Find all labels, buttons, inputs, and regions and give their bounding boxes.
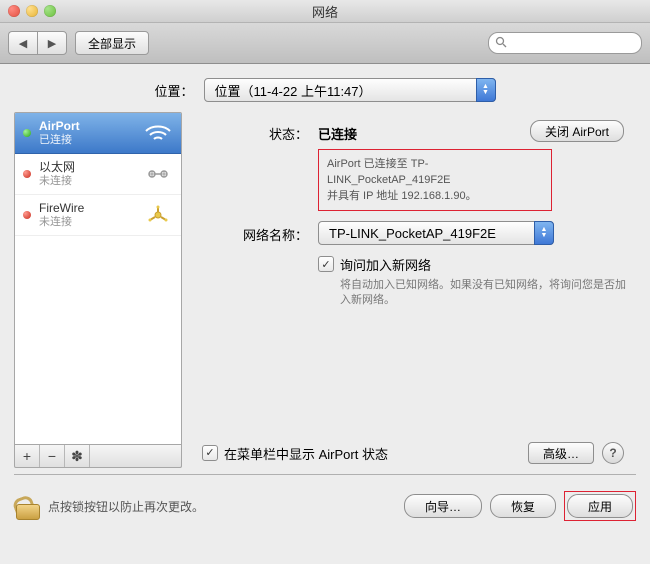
- back-button[interactable]: ◀: [8, 31, 37, 55]
- lock-icon[interactable]: [14, 492, 40, 520]
- apply-button[interactable]: 应用: [567, 494, 633, 518]
- help-icon: ?: [609, 446, 616, 460]
- status-desc-line2: 并具有 IP 地址 192.168.1.90。: [327, 188, 543, 204]
- toolbar: ◀ ▶ 全部显示: [0, 23, 650, 64]
- sidebar-item-subtitle: 已连接: [39, 133, 135, 147]
- status-dot-icon: [23, 211, 31, 219]
- status-value: 已连接: [318, 120, 357, 143]
- location-label: 位置：: [154, 81, 193, 100]
- status-dot-icon: [23, 170, 31, 178]
- wifi-icon: [143, 122, 173, 144]
- status-label: 状态：: [202, 120, 318, 143]
- show-status-label: 在菜单栏中显示 AirPort 状态: [224, 444, 388, 463]
- sidebar-item-title: AirPort: [39, 119, 135, 133]
- detail-pane: 关闭 AirPort 状态： 已连接 AirPort 已连接至 TP-LINK_…: [192, 112, 636, 468]
- show-all-button[interactable]: 全部显示: [75, 31, 149, 55]
- add-service-button[interactable]: +: [15, 445, 40, 467]
- turn-off-airport-button[interactable]: 关闭 AirPort: [530, 120, 624, 142]
- advanced-button[interactable]: 高级…: [528, 442, 594, 464]
- popup-arrows-icon: ▲▼: [476, 78, 496, 102]
- location-popup[interactable]: 位置（11-4-22 上午11:47） ▲▼: [204, 78, 496, 102]
- chevron-left-icon: ◀: [19, 37, 27, 50]
- nav-segmented: ◀ ▶: [8, 31, 67, 55]
- gear-icon: ✽: [71, 448, 83, 465]
- apply-label: 应用: [588, 498, 612, 515]
- ask-join-label: 询问加入新网络: [340, 255, 626, 274]
- service-sidebar: AirPort 已连接 以太网 未连接: [14, 112, 182, 445]
- show-all-label: 全部显示: [88, 35, 136, 52]
- window-title: 网络: [0, 2, 650, 21]
- search-input[interactable]: [511, 36, 650, 50]
- service-action-button[interactable]: ✽: [65, 445, 90, 467]
- sidebar-item-title: FireWire: [39, 201, 135, 215]
- sidebar-footer: + − ✽: [14, 445, 182, 468]
- minus-icon: −: [48, 448, 56, 464]
- revert-button[interactable]: 恢复: [490, 494, 556, 518]
- remove-service-button[interactable]: −: [40, 445, 65, 467]
- network-name-popup[interactable]: TP-LINK_PocketAP_419F2E ▲▼: [318, 221, 554, 245]
- search-field[interactable]: [488, 32, 642, 54]
- show-status-checkbox[interactable]: ✓: [202, 445, 218, 461]
- status-dot-icon: [23, 129, 31, 137]
- status-description: AirPort 已连接至 TP-LINK_PocketAP_419F2E 并具有…: [318, 149, 552, 211]
- lock-text: 点按锁按钮以防止再次更改。: [48, 498, 204, 515]
- titlebar: 网络: [0, 0, 650, 23]
- revert-label: 恢复: [511, 498, 535, 515]
- chevron-right-icon: ▶: [48, 37, 56, 50]
- status-desc-line1: AirPort 已连接至 TP-LINK_PocketAP_419F2E: [327, 156, 543, 188]
- sidebar-item-title: 以太网: [39, 160, 135, 174]
- ask-join-checkbox[interactable]: ✓: [318, 256, 334, 272]
- network-name-value: TP-LINK_PocketAP_419F2E: [329, 226, 502, 241]
- location-value: 位置（11-4-22 上午11:47）: [215, 81, 378, 100]
- firewire-icon: [143, 204, 173, 226]
- advanced-label: 高级…: [543, 445, 579, 462]
- help-button[interactable]: ?: [602, 442, 624, 464]
- popup-arrows-icon: ▲▼: [534, 221, 554, 245]
- plus-icon: +: [23, 448, 31, 464]
- sidebar-item-firewire[interactable]: FireWire 未连接: [15, 195, 181, 236]
- ask-join-hint: 将自动加入已知网络。如果没有已知网络，将询问您是否加入新网络。: [340, 278, 626, 308]
- sidebar-item-subtitle: 未连接: [39, 215, 135, 229]
- location-row: 位置： 位置（11-4-22 上午11:47） ▲▼: [0, 64, 650, 112]
- network-name-label: 网络名称：: [202, 221, 318, 244]
- footer: 点按锁按钮以防止再次更改。 向导… 恢复 应用: [0, 475, 650, 521]
- sidebar-item-subtitle: 未连接: [39, 174, 135, 188]
- forward-button[interactable]: ▶: [37, 31, 67, 55]
- search-icon: [495, 36, 507, 51]
- sidebar-item-airport[interactable]: AirPort 已连接: [15, 113, 181, 154]
- sidebar-item-ethernet[interactable]: 以太网 未连接: [15, 154, 181, 195]
- guide-button[interactable]: 向导…: [404, 494, 482, 518]
- turn-off-label: 关闭 AirPort: [545, 123, 609, 140]
- guide-label: 向导…: [425, 498, 461, 515]
- ethernet-icon: [143, 163, 173, 185]
